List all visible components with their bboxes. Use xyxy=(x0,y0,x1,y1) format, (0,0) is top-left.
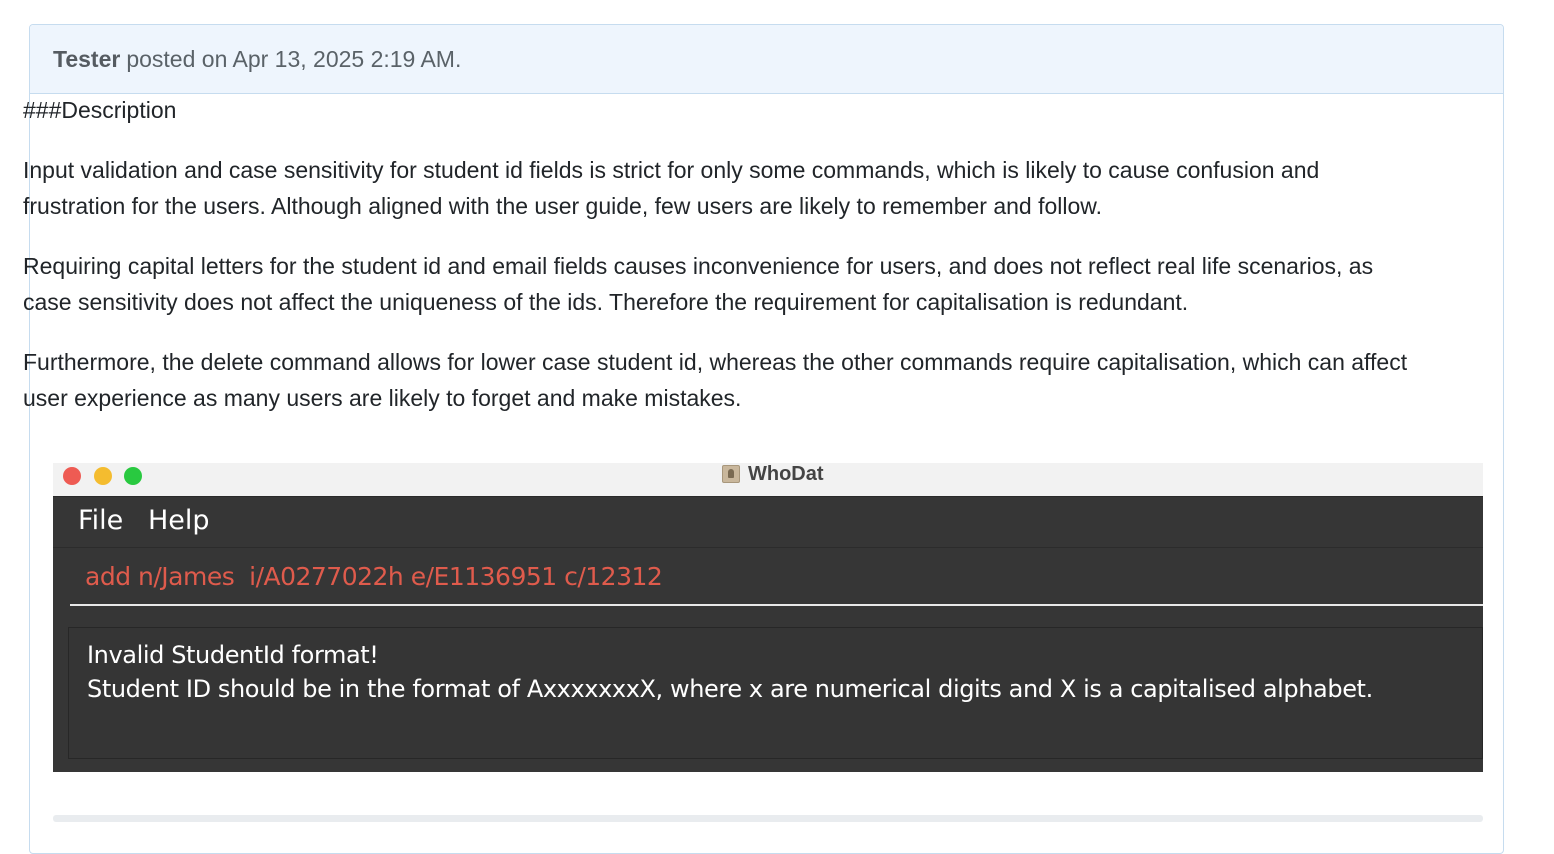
description-heading: ###Description xyxy=(23,97,177,123)
embedded-app-screenshot: WhoDat File Help Invalid StudentId forma… xyxy=(53,463,1483,772)
minimize-window-icon xyxy=(94,467,112,485)
menu-help: Help xyxy=(148,505,210,536)
result-line: Student ID should be in the format of Ax… xyxy=(87,675,1373,703)
divider xyxy=(53,815,1483,822)
command-input xyxy=(70,548,1483,606)
result-line: Invalid StudentId format! xyxy=(87,641,379,669)
window-title-text: WhoDat xyxy=(748,462,824,485)
menubar: File Help xyxy=(53,497,1483,548)
post-author[interactable]: Tester xyxy=(53,46,120,73)
close-window-icon xyxy=(63,467,81,485)
window-title: WhoDat xyxy=(722,463,824,485)
post-header: Tester posted on Apr 13, 2025 2:19 AM. xyxy=(30,25,1503,94)
app-icon xyxy=(722,465,740,483)
command-box xyxy=(70,548,1483,608)
paragraph: Requiring capital letters for the studen… xyxy=(23,253,1374,315)
paragraph: Input validation and case sensitivity fo… xyxy=(23,157,1320,219)
post-timestamp: posted on Apr 13, 2025 2:19 AM. xyxy=(126,45,462,72)
app-window: File Help Invalid StudentId format! Stud… xyxy=(53,496,1483,772)
menu-file: File xyxy=(78,505,124,536)
paragraph: Furthermore, the delete command allows f… xyxy=(23,349,1408,411)
window-titlebar: WhoDat xyxy=(53,463,1483,496)
result-display: Invalid StudentId format! Student ID sho… xyxy=(68,627,1483,759)
maximize-window-icon xyxy=(124,467,142,485)
